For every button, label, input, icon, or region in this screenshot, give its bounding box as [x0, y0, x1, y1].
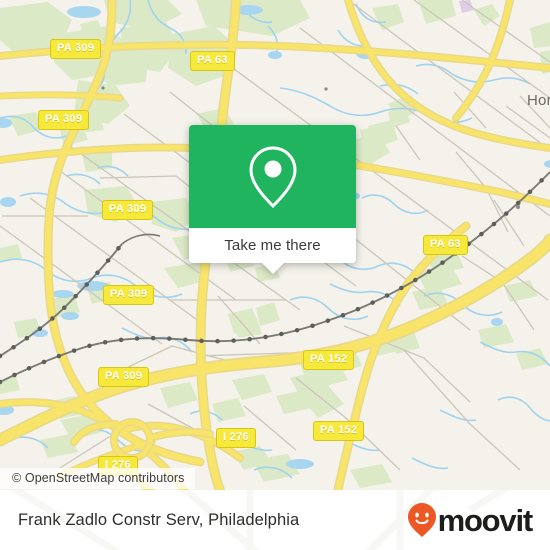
location-popup-card[interactable]: Take me there: [189, 125, 356, 274]
road-shield[interactable]: PA 309: [38, 110, 90, 130]
popup-footer[interactable]: Take me there: [189, 228, 356, 274]
popup-tail: [261, 263, 284, 274]
moovit-brand[interactable]: moovit: [407, 502, 534, 538]
road-shield[interactable]: PA 309: [102, 200, 154, 220]
map-canvas[interactable]: PA 309 PA 63 PA 309 PA 309 PA 63 PA 309 …: [0, 0, 550, 490]
popup-image-area: [189, 125, 356, 228]
road-shield[interactable]: PA 309: [103, 285, 155, 305]
place-title: Frank Zadlo Constr Serv, Philadelphia: [18, 510, 300, 529]
road-shield[interactable]: I 276: [216, 428, 256, 448]
bottom-info-bar: Frank Zadlo Constr Serv, Philadelphia mo…: [0, 490, 550, 550]
moovit-wordmark: moovit: [437, 502, 534, 538]
road-shield[interactable]: PA 63: [190, 51, 235, 71]
road-shield[interactable]: PA 309: [50, 39, 102, 59]
road-shield[interactable]: PA 152: [303, 350, 355, 370]
road-shield[interactable]: PA 309: [98, 367, 150, 387]
road-shield[interactable]: PA 152: [313, 421, 365, 441]
map-pin-icon: [248, 145, 297, 208]
road-shield[interactable]: PA 63: [423, 235, 468, 255]
moovit-smiley-pin-icon: [407, 503, 436, 537]
map-attribution[interactable]: © OpenStreetMap contributors: [0, 468, 195, 489]
place-label-horsham: Hor: [527, 92, 550, 109]
take-me-there-label: Take me there: [224, 237, 321, 254]
map-screenshot: PA 309 PA 63 PA 309 PA 309 PA 63 PA 309 …: [0, 0, 550, 550]
